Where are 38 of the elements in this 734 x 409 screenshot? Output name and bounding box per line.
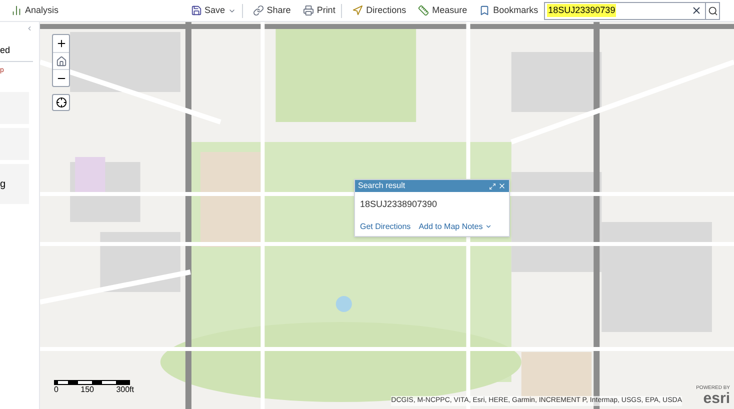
scale-bar-icon [54,380,130,385]
clear-icon[interactable] [691,5,702,16]
panel-heading: ed [0,44,33,62]
maximize-icon[interactable] [489,182,496,190]
home-button[interactable] [53,52,69,69]
search-field[interactable]: 18SUJ23390739 [544,2,720,20]
scale-label: 150 [80,384,94,396]
logo-name: esri [703,391,730,406]
panel-card[interactable]: g [0,164,29,204]
panel-item-text: g [0,178,6,192]
toolbar-button[interactable]: Share [246,4,297,18]
toolbar-button[interactable]: Directions [346,4,412,18]
directions-icon [352,5,364,16]
link-icon [252,5,264,16]
toolbar-button[interactable]: Bookmarks [473,4,544,18]
save-icon [190,5,202,16]
scale-label: 300ft [116,384,134,396]
chart-icon [11,5,22,16]
popup-link[interactable]: Get Directions [360,220,411,232]
close-icon[interactable] [498,182,506,190]
popup-title: Search result [358,180,406,192]
crosshair-icon [56,97,66,108]
locate-button[interactable] [52,94,70,111]
toolbar-button[interactable]: Measure [412,4,474,18]
home-icon [56,56,66,66]
collapse-icon[interactable] [26,25,33,32]
toolbar-button[interactable]: Save [184,4,242,18]
ruler-icon [418,5,430,16]
coordinate-text: 18SUJ2338907390 [360,198,438,211]
toolbar-button[interactable]: Analysis [5,4,65,18]
bookmark-icon [479,5,490,16]
printer-icon [302,5,314,16]
scale-label: 0 [54,384,58,396]
search-icon [708,6,718,16]
toolbar-button[interactable]: Print [296,4,342,18]
plus-icon [56,38,66,49]
search-button[interactable] [705,2,719,18]
popup-link[interactable]: Add to Map Notes [418,220,492,232]
